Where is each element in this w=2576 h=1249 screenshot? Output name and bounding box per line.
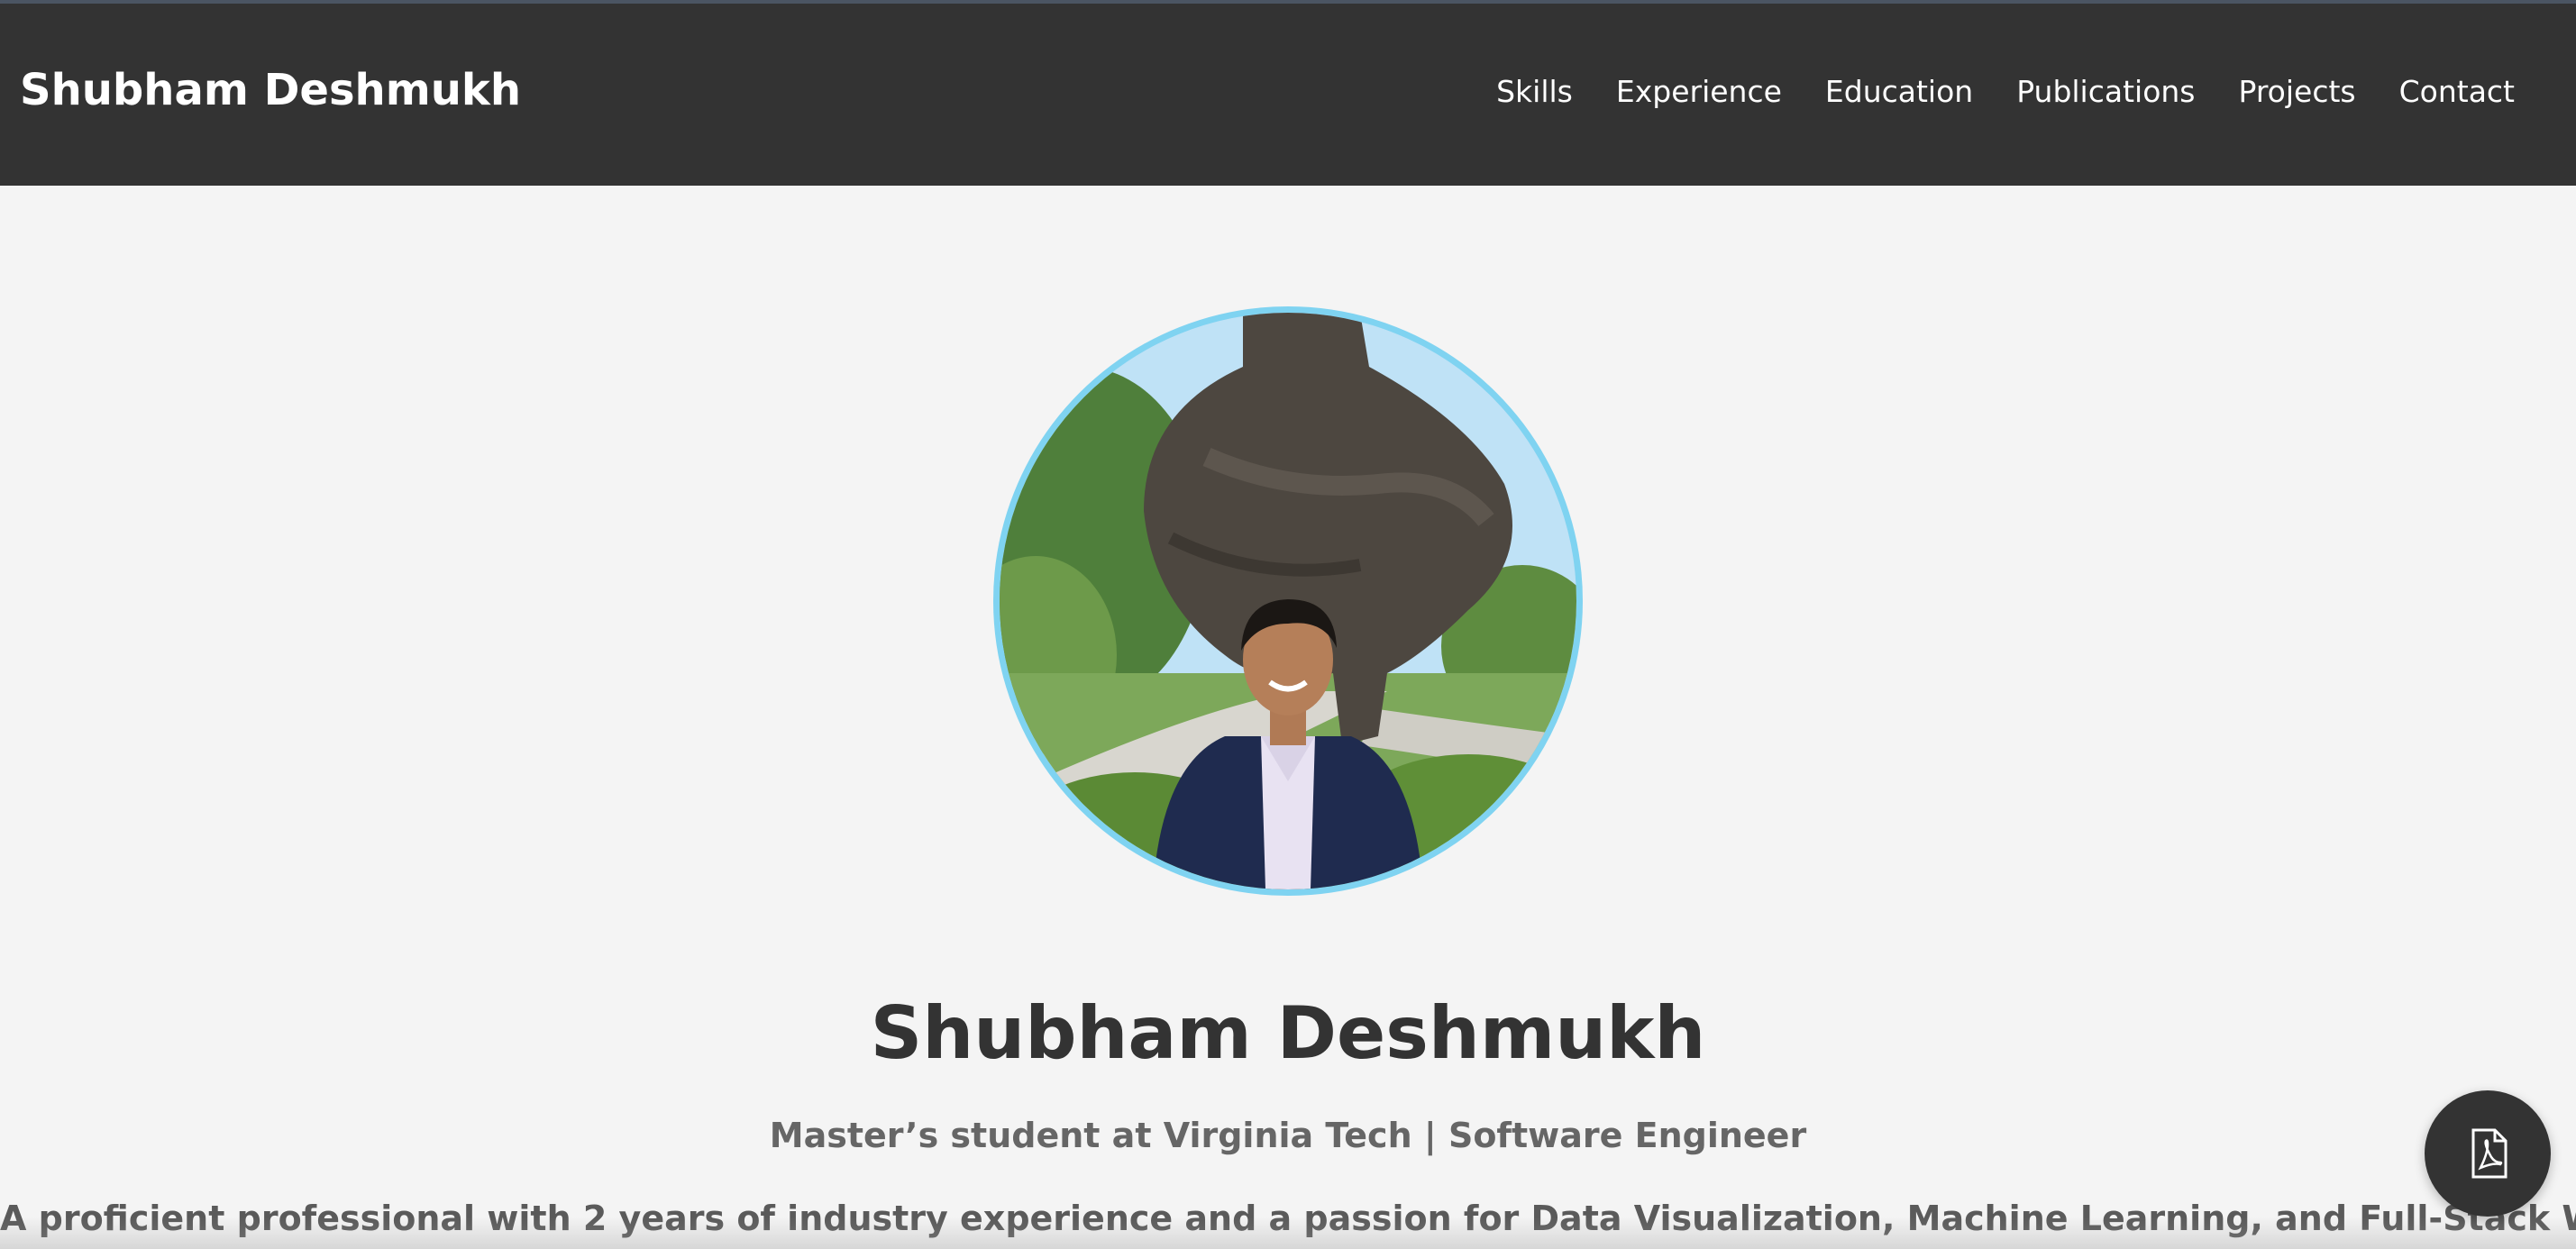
nav-link-projects[interactable]: Projects (2239, 74, 2356, 109)
profile-avatar (993, 306, 1583, 896)
nav-link-skills[interactable]: Skills (1496, 74, 1573, 109)
nav-link-publications[interactable]: Publications (2016, 74, 2195, 109)
hero-subtitle: Master’s student at Virginia Tech | Soft… (769, 1116, 1807, 1155)
hero-bio: A proficient professional with 2 years o… (0, 1199, 2576, 1238)
nav-link-education[interactable]: Education (1825, 74, 1973, 109)
top-navbar: Shubham Deshmukh Skills Experience Educa… (0, 0, 2576, 186)
nav-links: Skills Experience Education Publications… (1496, 74, 2515, 109)
hero-name: Shubham Deshmukh (870, 991, 1706, 1075)
nav-link-contact[interactable]: Contact (2399, 74, 2515, 109)
resume-pdf-button[interactable] (2425, 1090, 2551, 1217)
profile-photo-graphic (1000, 313, 1576, 889)
top-edge-line (0, 0, 2576, 4)
pdf-icon (2471, 1128, 2507, 1179)
site-brand[interactable]: Shubham Deshmukh (20, 65, 521, 115)
nav-link-experience[interactable]: Experience (1616, 74, 1782, 109)
